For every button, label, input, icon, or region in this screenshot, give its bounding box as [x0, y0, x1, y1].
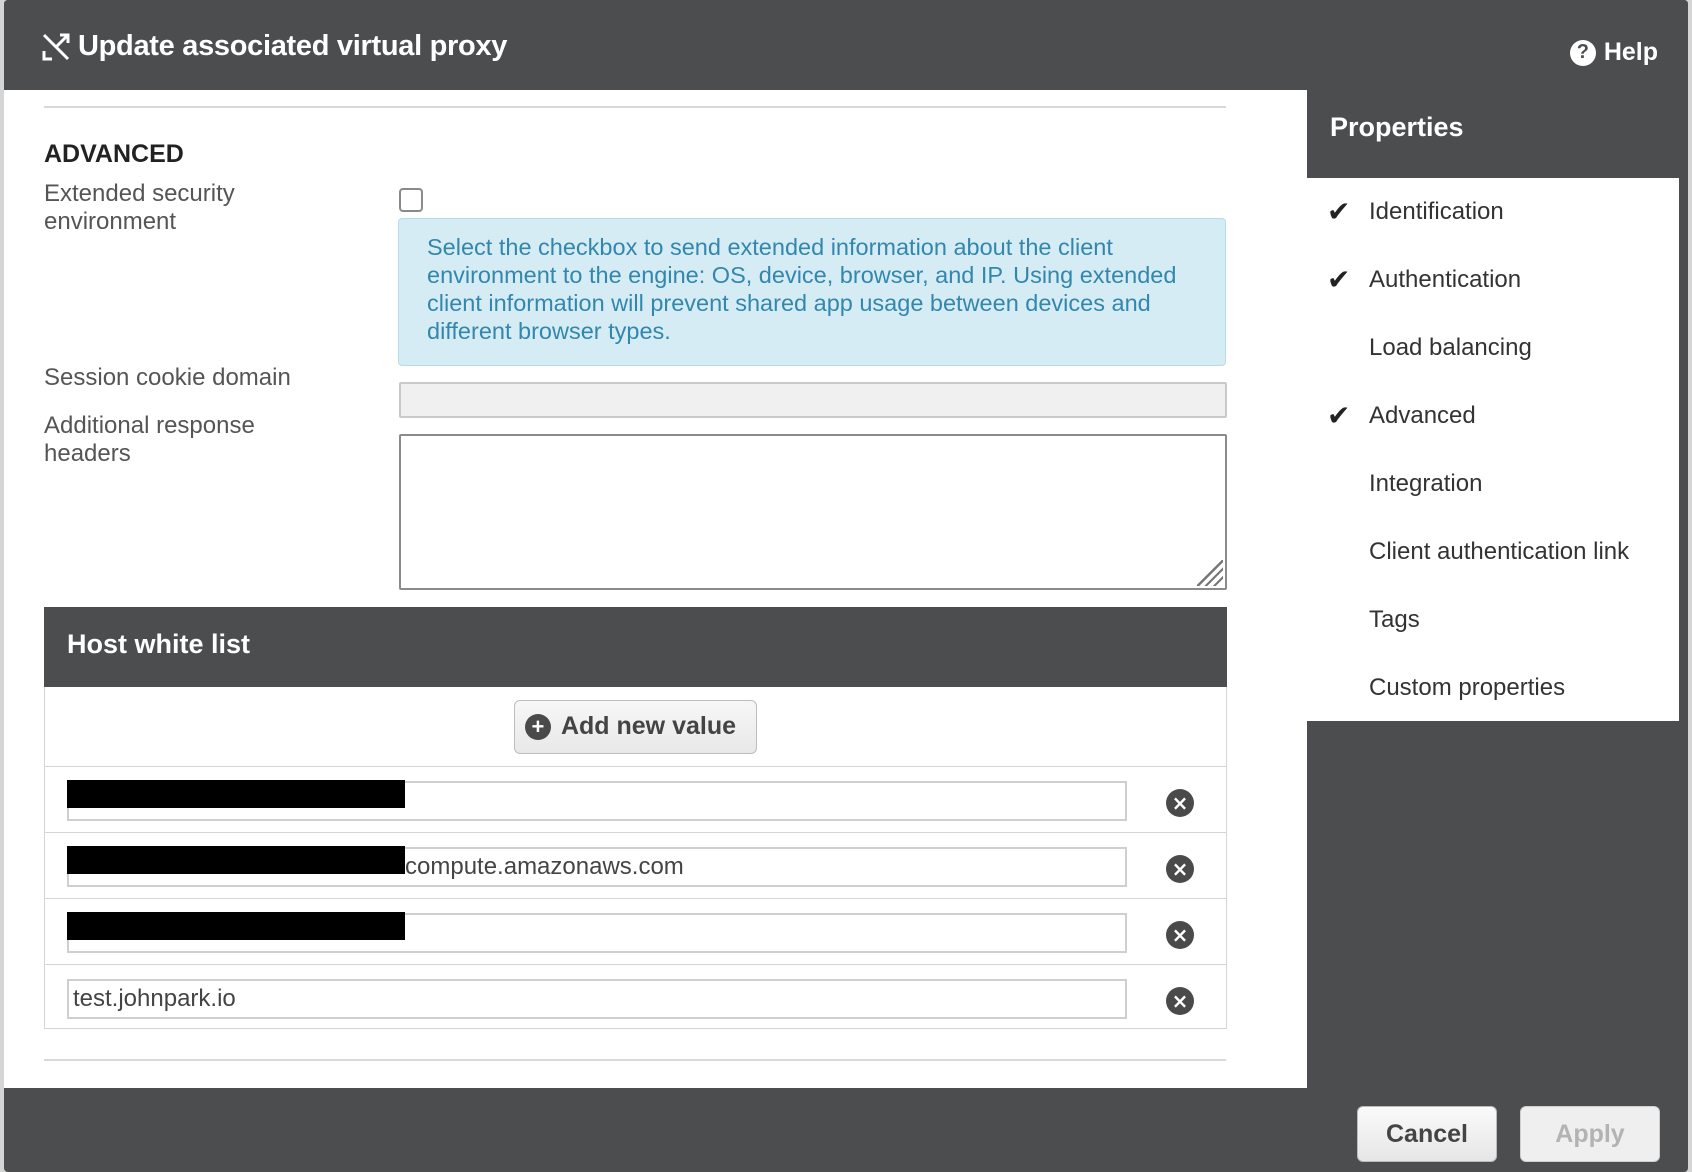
remove-icon[interactable]: ×	[1166, 921, 1194, 949]
extended-security-label: Extended security environment	[44, 180, 235, 235]
dialog-title-text: Update associated virtual proxy	[78, 30, 508, 62]
properties-title: Properties	[1330, 112, 1464, 142]
response-headers-textarea[interactable]	[399, 434, 1227, 590]
host-row: ×	[45, 767, 1226, 833]
host-row: compute.amazonaws.com ×	[45, 833, 1226, 899]
properties-item-integration[interactable]: Integration	[1307, 462, 1679, 530]
host-row: test.johnpark.io ×	[45, 965, 1226, 1031]
remove-icon[interactable]: ×	[1166, 855, 1194, 883]
redaction-block	[67, 846, 405, 874]
properties-item-advanced[interactable]: ✔ Advanced	[1307, 394, 1679, 462]
properties-item-label: Identification	[1369, 198, 1504, 225]
help-icon: ?	[1569, 39, 1596, 66]
proxy-icon	[40, 31, 72, 63]
divider	[44, 106, 1226, 108]
divider	[44, 1059, 1226, 1061]
redaction-block	[67, 780, 405, 808]
host-row: ×	[45, 899, 1226, 965]
properties-item-label: Advanced	[1369, 402, 1476, 429]
dialog-title: Update associated virtual proxy	[40, 30, 507, 63]
properties-item-tags[interactable]: Tags	[1307, 598, 1679, 666]
properties-item-label: Custom properties	[1369, 674, 1566, 701]
response-headers-label: Additional response headers	[44, 412, 255, 467]
host-white-list-header: Host white list	[44, 607, 1227, 687]
properties-item-authentication[interactable]: ✔ Authentication	[1307, 258, 1679, 326]
properties-item-label: Load balancing	[1369, 334, 1532, 361]
dialog-header: Update associated virtual proxy ? Help	[4, 0, 1688, 90]
checkmark-icon: ✔	[1327, 196, 1351, 227]
apply-button[interactable]: Apply	[1520, 1106, 1660, 1162]
properties-item-label: Integration	[1369, 470, 1483, 497]
host-input[interactable]	[67, 912, 1127, 953]
main-content: ADVANCED Extended security environment S…	[4, 90, 1307, 1088]
host-value: compute.amazonaws.com	[405, 853, 684, 880]
checkmark-icon: ✔	[1327, 400, 1351, 431]
update-virtual-proxy-dialog: Update associated virtual proxy ? Help A…	[4, 0, 1688, 1172]
properties-item-identification[interactable]: ✔ Identification	[1307, 190, 1679, 258]
properties-item-label: Client authentication link	[1369, 538, 1630, 565]
help-label: Help	[1603, 38, 1658, 66]
add-row: + Add new value	[45, 687, 1226, 767]
session-cookie-domain-input[interactable]	[399, 382, 1227, 418]
properties-item-label: Tags	[1369, 606, 1420, 633]
redaction-block	[67, 912, 405, 940]
resize-handle-icon[interactable]	[1197, 560, 1223, 586]
remove-icon[interactable]: ×	[1166, 789, 1194, 817]
properties-item-load-balancing[interactable]: Load balancing	[1307, 326, 1679, 394]
host-white-list-title: Host white list	[67, 629, 251, 659]
host-input[interactable]: compute.amazonaws.com	[67, 846, 1127, 887]
host-input[interactable]	[67, 780, 1127, 821]
section-title-advanced: ADVANCED	[44, 140, 184, 168]
host-value: test.johnpark.io	[73, 985, 236, 1012]
session-cookie-label: Session cookie domain	[44, 364, 291, 391]
properties-item-client-authentication-link[interactable]: Client authentication link	[1307, 530, 1679, 598]
help-link[interactable]: ? Help	[1569, 38, 1658, 67]
plus-circle-icon: +	[524, 713, 551, 740]
properties-item-label: Authentication	[1369, 266, 1522, 293]
remove-icon[interactable]: ×	[1166, 987, 1194, 1015]
properties-item-custom-properties[interactable]: Custom properties	[1307, 666, 1679, 734]
checkmark-icon: ✔	[1327, 264, 1351, 295]
properties-nav: ✔ Identification ✔ Authentication Load b…	[1307, 178, 1679, 721]
add-new-value-label: Add new value	[560, 712, 737, 740]
extended-security-checkbox[interactable]	[399, 188, 423, 212]
extended-security-info: Select the checkbox to send extended inf…	[398, 218, 1226, 366]
cancel-button[interactable]: Cancel	[1357, 1106, 1497, 1162]
host-white-list-body: + Add new value × compute.amazonaws.com …	[44, 687, 1227, 1029]
add-new-value-button[interactable]: + Add new value	[513, 699, 758, 754]
host-input[interactable]: test.johnpark.io	[67, 979, 1127, 1019]
